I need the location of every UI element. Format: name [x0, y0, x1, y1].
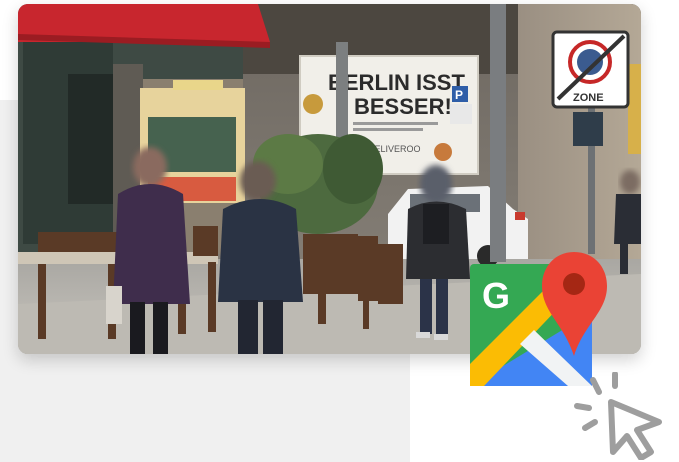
zone-sign-text: ZONE — [573, 92, 604, 104]
maps-logo-letter: G — [482, 275, 510, 316]
poster-subtitle: BESSER! — [354, 94, 452, 119]
parking-sign: P — [455, 88, 463, 102]
click-cursor-icon — [573, 371, 669, 461]
poster-title: BERLIN ISST — [328, 70, 465, 95]
canvas: BERLIN ISST BESSER! DELIVEROO P ZONE G — [0, 0, 679, 462]
google-maps-icon[interactable]: G — [470, 252, 608, 388]
